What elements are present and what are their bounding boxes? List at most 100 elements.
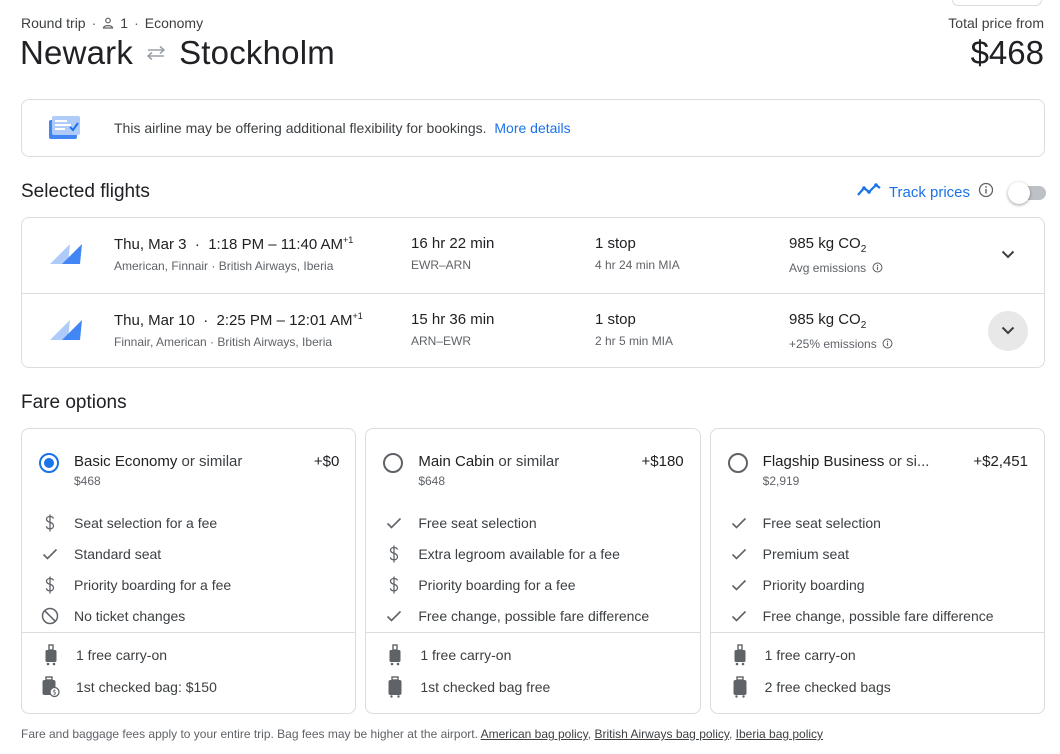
- more-details-link[interactable]: More details: [494, 120, 570, 136]
- swap-arrows-icon: [145, 45, 167, 61]
- destination-city: Stockholm: [179, 34, 335, 71]
- fare-feature-text: Premium seat: [762, 545, 850, 562]
- stops-value: 1 stop: [595, 311, 636, 328]
- flight-row-outbound[interactable]: Thu, Mar 3 · 1:18 PM – 11:40 AM+1 Americ…: [22, 218, 1044, 293]
- flight-stops: 1 stop 4 hr 24 min MIA: [595, 235, 680, 272]
- fare-bags: 1 free carry-on $ 1st checked bag: $150: [42, 639, 345, 703]
- flight-time-range: 2:25 PM – 12:01 AM: [216, 312, 353, 329]
- fare-feature: Extra legroom available for a fee: [384, 538, 689, 569]
- fare-header: Flagship Business or si... $2,919 +$2,45…: [727, 451, 1028, 491]
- flight-row-return[interactable]: Thu, Mar 10 · 2:25 PM – 12:01 AM+1 Finna…: [22, 293, 1044, 368]
- fare-feature-text: Standard seat: [74, 545, 162, 562]
- route-title: Newark Stockholm: [20, 34, 335, 72]
- total-price: $468: [970, 34, 1044, 71]
- fare-card[interactable]: Main Cabin or similar $648 +$180 Free se…: [365, 428, 701, 714]
- track-prices[interactable]: Track prices: [857, 181, 1046, 204]
- person-icon: [102, 17, 114, 29]
- fare-card[interactable]: Flagship Business or si... $2,919 +$2,45…: [709, 428, 1045, 714]
- banner-message: This airline may be offering additional …: [114, 120, 571, 136]
- flight-times: Thu, Mar 10 · 2:25 PM – 12:01 AM+1 Finna…: [114, 311, 363, 349]
- fare-name-text: Basic Economy: [74, 453, 178, 470]
- cabin-class[interactable]: Economy: [145, 15, 203, 31]
- divider: [710, 632, 1044, 633]
- stops-value: 1 stop: [595, 235, 636, 252]
- bag-text: 1 free carry-on: [420, 647, 512, 663]
- fare-bags: 1 free carry-on 2 free checked bags: [731, 639, 1034, 703]
- fare-feature: Priority boarding for a fee: [384, 569, 689, 600]
- bag-text: 2 free checked bags: [764, 679, 891, 695]
- fare-feature-text: Priority boarding for a fee: [74, 576, 232, 593]
- banner-text: This airline may be offering additional …: [114, 120, 487, 136]
- emissions-value: 985 kg CO: [789, 235, 861, 252]
- fare-feature: Free seat selection: [729, 507, 1034, 538]
- fare-price: $2,919: [762, 474, 800, 488]
- bag-text: 1 free carry-on: [76, 647, 168, 663]
- passenger-count[interactable]: 1: [120, 15, 128, 31]
- fare-options-list: Basic Economy or similar $468 +$0 Seat s…: [21, 428, 1045, 714]
- british-airways-bag-policy-link[interactable]: British Airways bag policy: [594, 727, 729, 741]
- trip-type[interactable]: Round trip: [21, 15, 86, 31]
- bag-allowance: 1 free carry-on: [42, 639, 345, 671]
- check-icon: [384, 606, 404, 626]
- american-bag-policy-link[interactable]: American bag policy: [481, 727, 588, 741]
- fare-price: $468: [74, 474, 101, 488]
- fare-feature: No ticket changes: [40, 600, 345, 631]
- top-right-button[interactable]: [952, 0, 1042, 6]
- fare-feature: Priority boarding: [729, 569, 1034, 600]
- fare-radio[interactable]: [383, 453, 404, 473]
- track-prices-toggle[interactable]: [1008, 181, 1046, 204]
- fare-name: Main Cabin or similar: [418, 453, 559, 470]
- info-icon[interactable]: [978, 182, 994, 203]
- airport-route: ARN–EWR: [411, 334, 472, 348]
- toggle-knob: [1008, 181, 1030, 204]
- fare-feature: Standard seat: [40, 538, 345, 569]
- fare-header: Basic Economy or similar $468 +$0: [39, 451, 339, 491]
- dollar-icon: [40, 513, 60, 533]
- expand-flight-button[interactable]: [988, 311, 1028, 351]
- chevron-down-icon: [1001, 322, 1015, 340]
- divider: [366, 632, 700, 633]
- day-offset: +1: [352, 311, 363, 321]
- fare-feature-text: Free seat selection: [762, 514, 881, 531]
- fare-options-title: Fare options: [21, 392, 127, 413]
- checked-bag-fee-icon: $: [42, 676, 60, 698]
- co2-subscript: 2: [860, 244, 867, 255]
- bag-text: 1st checked bag: $150: [76, 679, 217, 695]
- airline-logo-icon: [48, 242, 84, 271]
- fare-feature: Free change, possible fare difference: [384, 600, 689, 631]
- track-prices-label[interactable]: Track prices: [889, 184, 970, 201]
- fare-name-suffix: or si...: [888, 453, 930, 470]
- dollar-icon: [384, 575, 404, 595]
- trip-meta: Round trip · 1 · Economy: [21, 15, 204, 31]
- svg-text:$: $: [52, 689, 56, 697]
- flight-duration: 16 hr 22 min EWR–ARN: [411, 235, 494, 272]
- fare-bags: 1 free carry-on 1st checked bag free: [386, 639, 689, 703]
- fare-feature-text: Seat selection for a fee: [74, 514, 218, 531]
- info-icon[interactable]: [882, 338, 893, 352]
- fare-feature-text: Free change, possible fare difference: [762, 607, 994, 624]
- selected-flights-list: Thu, Mar 3 · 1:18 PM – 11:40 AM+1 Americ…: [21, 217, 1045, 368]
- flexibility-banner: This airline may be offering additional …: [21, 99, 1045, 157]
- info-icon[interactable]: [872, 262, 883, 276]
- expand-flight-button[interactable]: [988, 235, 1028, 275]
- total-price-label: Total price from: [948, 15, 1044, 31]
- dollar-icon: [384, 544, 404, 564]
- fare-radio[interactable]: [39, 453, 59, 473]
- co2-subscript: 2: [860, 320, 867, 331]
- fare-feature: Free change, possible fare difference: [729, 600, 1034, 631]
- check-icon: [384, 513, 404, 533]
- origin-city: Newark: [20, 34, 134, 71]
- duration-value: 15 hr 36 min: [411, 311, 495, 328]
- emissions-note: +25% emissions: [789, 337, 877, 351]
- fare-name: Flagship Business or si...: [763, 453, 930, 470]
- fare-card[interactable]: Basic Economy or similar $468 +$0 Seat s…: [21, 428, 357, 714]
- fare-name-text: Main Cabin: [418, 453, 495, 470]
- chevron-down-icon: [1001, 246, 1015, 264]
- iberia-bag-policy-link[interactable]: Iberia bag policy: [736, 727, 823, 741]
- fare-radio[interactable]: [727, 453, 748, 473]
- divider: [22, 632, 356, 633]
- flight-airlines: American, Finnair · British Airways, Ibe…: [114, 259, 334, 273]
- airline-logo-icon: [48, 318, 84, 347]
- checked-bag-icon: [731, 676, 749, 698]
- fare-feature-text: No ticket changes: [74, 607, 186, 624]
